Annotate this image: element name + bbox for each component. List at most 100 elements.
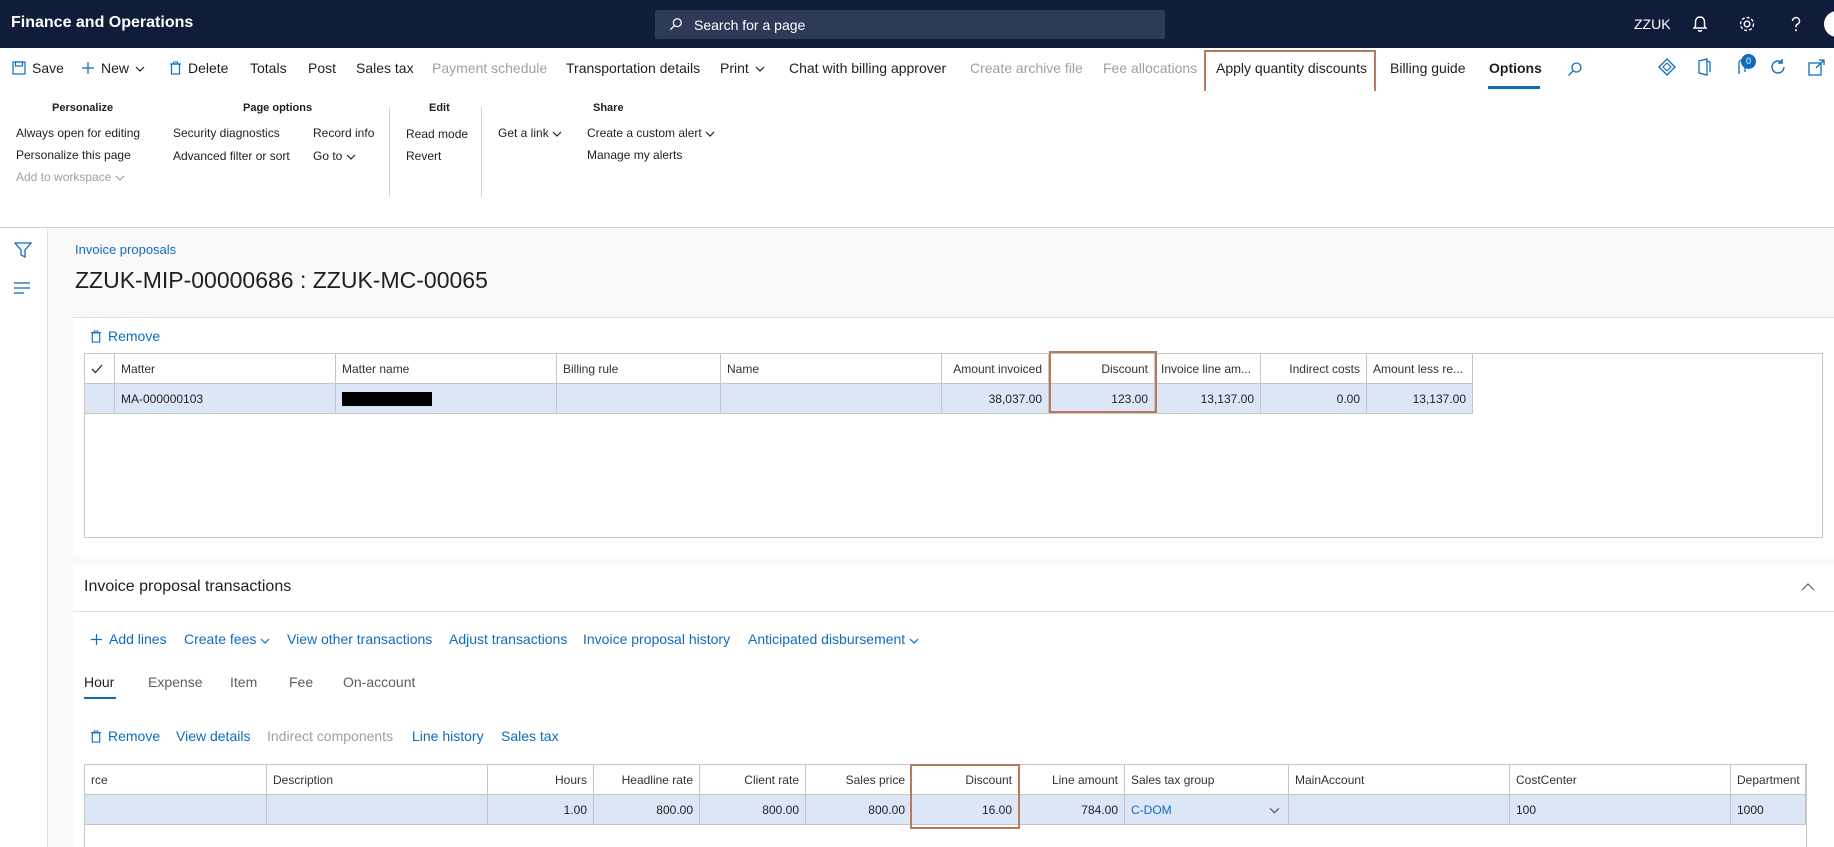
- invoice-line-amount-cell: 13,137.00: [1155, 384, 1261, 414]
- delete-label: Delete: [188, 60, 229, 76]
- transportation-details-button[interactable]: Transportation details: [566, 60, 700, 76]
- column-header-main-account[interactable]: MainAccount: [1289, 765, 1510, 795]
- column-header-sales-tax-group[interactable]: Sales tax group: [1125, 765, 1289, 795]
- open-new-window-icon[interactable]: [1808, 58, 1826, 76]
- left-navigation: [0, 229, 48, 847]
- indirect-components-button[interactable]: Indirect components: [267, 728, 393, 744]
- add-to-workspace-label: Add to workspace: [16, 170, 112, 184]
- get-a-link[interactable]: Get a link: [498, 126, 562, 140]
- tab-fee[interactable]: Fee: [289, 674, 313, 690]
- security-diagnostics[interactable]: Security diagnostics: [173, 126, 280, 140]
- attachment-count-badge: 0: [1741, 54, 1756, 69]
- related-info-icon[interactable]: [14, 282, 31, 294]
- save-button[interactable]: Save: [12, 60, 64, 76]
- tab-on-account[interactable]: On-account: [343, 674, 415, 690]
- chevron-up-icon[interactable]: [1801, 583, 1815, 591]
- app-title[interactable]: Finance and Operations: [11, 14, 193, 32]
- column-header-name[interactable]: Name: [721, 354, 942, 384]
- always-open-for-editing[interactable]: Always open for editing: [16, 126, 140, 140]
- tab-expense[interactable]: Expense: [148, 674, 202, 690]
- tab-hour[interactable]: Hour: [84, 674, 114, 690]
- billing-guide-button[interactable]: Billing guide: [1390, 60, 1466, 76]
- column-header-line-amount[interactable]: Line amount: [1019, 765, 1125, 795]
- tab-options[interactable]: Options: [1489, 60, 1542, 76]
- remove-matter-button[interactable]: Remove: [90, 328, 160, 344]
- column-header-description[interactable]: Description: [267, 765, 488, 795]
- column-header-invoice-line-amount[interactable]: Invoice line am...: [1155, 354, 1261, 384]
- table-row[interactable]: MA-000000103 38,037.00 123.00 13,137.00 …: [85, 384, 1473, 414]
- payment-schedule-button[interactable]: Payment schedule: [432, 60, 547, 76]
- line-history-button[interactable]: Line history: [412, 728, 484, 744]
- add-to-workspace[interactable]: Add to workspace: [16, 170, 125, 184]
- avatar[interactable]: [1824, 11, 1834, 37]
- column-header-hours[interactable]: Hours: [488, 765, 594, 795]
- select-all-checkbox[interactable]: [85, 354, 115, 384]
- department-cell[interactable]: 1000: [1731, 795, 1806, 825]
- create-custom-alert[interactable]: Create a custom alert: [587, 126, 715, 140]
- sales-tax-button[interactable]: Sales tax: [356, 60, 414, 76]
- print-button[interactable]: Print: [720, 60, 765, 76]
- cost-center-cell[interactable]: 100: [1510, 795, 1731, 825]
- tab-item[interactable]: Item: [230, 674, 257, 690]
- record-info[interactable]: Record info: [313, 126, 374, 140]
- post-button[interactable]: Post: [308, 60, 336, 76]
- company-selector[interactable]: ZZUK: [1634, 16, 1671, 32]
- totals-button[interactable]: Totals: [250, 60, 287, 76]
- chevron-down-icon: [755, 66, 765, 72]
- matter-cell[interactable]: MA-000000103: [115, 384, 336, 414]
- search-icon: [669, 18, 682, 31]
- invoice-proposal-history-button[interactable]: Invoice proposal history: [583, 631, 730, 647]
- sales-price-cell[interactable]: 800.00: [806, 795, 912, 825]
- refresh-icon[interactable]: [1769, 58, 1787, 76]
- hours-cell[interactable]: 1.00: [488, 795, 594, 825]
- column-header-department[interactable]: Department: [1731, 765, 1806, 795]
- column-header-headline-rate[interactable]: Headline rate: [594, 765, 700, 795]
- row-selector[interactable]: [85, 384, 115, 414]
- column-header-matter-name[interactable]: Matter name: [336, 354, 557, 384]
- column-header-cost-center[interactable]: CostCenter: [1510, 765, 1731, 795]
- column-header-indirect-costs[interactable]: Indirect costs: [1261, 354, 1367, 384]
- search-icon[interactable]: [1567, 61, 1583, 77]
- active-tab-underline: [84, 697, 116, 699]
- go-to[interactable]: Go to: [313, 149, 356, 163]
- delete-button[interactable]: Delete: [169, 60, 228, 76]
- description-cell[interactable]: [267, 795, 488, 825]
- revert[interactable]: Revert: [406, 149, 441, 163]
- filter-icon[interactable]: [14, 242, 32, 258]
- view-details-button[interactable]: View details: [176, 728, 250, 744]
- column-header-amount-invoiced[interactable]: Amount invoiced: [942, 354, 1049, 384]
- remove-line-button[interactable]: Remove: [90, 728, 160, 744]
- advanced-filter-or-sort[interactable]: Advanced filter or sort: [173, 149, 290, 163]
- help-icon[interactable]: [1786, 14, 1806, 34]
- fee-allocations-button[interactable]: Fee allocations: [1103, 60, 1197, 76]
- column-header-amount-less[interactable]: Amount less re...: [1367, 354, 1473, 384]
- create-archive-file-button[interactable]: Create archive file: [970, 60, 1083, 76]
- section-title[interactable]: Invoice proposal transactions: [84, 578, 291, 596]
- diamond-icon[interactable]: [1658, 58, 1676, 76]
- column-header-client-rate[interactable]: Client rate: [700, 765, 806, 795]
- view-other-transactions-button[interactable]: View other transactions: [287, 631, 432, 647]
- chat-billing-approver-button[interactable]: Chat with billing approver: [789, 60, 946, 76]
- adjust-transactions-button[interactable]: Adjust transactions: [449, 631, 567, 647]
- column-header-sales-price[interactable]: Sales price: [806, 765, 912, 795]
- matters-section: Remove Matter Matter name Billing rule N…: [73, 317, 1834, 557]
- new-button[interactable]: New: [81, 60, 145, 76]
- column-header-resource[interactable]: rce: [85, 765, 267, 795]
- breadcrumb[interactable]: Invoice proposals: [75, 242, 176, 257]
- create-fees-button[interactable]: Create fees: [184, 631, 270, 647]
- sales-tax-line-button[interactable]: Sales tax: [501, 728, 559, 744]
- personalize-this-page[interactable]: Personalize this page: [16, 148, 131, 162]
- column-header-billing-rule[interactable]: Billing rule: [557, 354, 721, 384]
- office-icon[interactable]: [1695, 58, 1713, 76]
- bell-icon[interactable]: [1690, 14, 1710, 34]
- main-account-cell[interactable]: [1289, 795, 1510, 825]
- anticipated-disbursement-button[interactable]: Anticipated disbursement: [748, 631, 919, 647]
- search-box[interactable]: Search for a page: [655, 10, 1165, 39]
- column-header-matter[interactable]: Matter: [115, 354, 336, 384]
- gear-icon[interactable]: [1737, 14, 1757, 34]
- top-navigation-bar: Finance and Operations Search for a page…: [0, 0, 1834, 48]
- add-lines-button[interactable]: Add lines: [90, 631, 167, 647]
- manage-my-alerts[interactable]: Manage my alerts: [587, 148, 682, 162]
- sales-tax-group-select[interactable]: C-DOM: [1125, 795, 1289, 825]
- read-mode[interactable]: Read mode: [406, 127, 468, 141]
